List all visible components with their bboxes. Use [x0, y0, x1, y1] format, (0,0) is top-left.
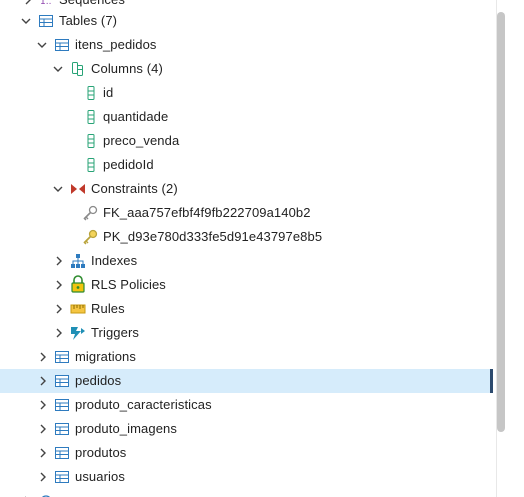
tree-node-foreign-key[interactable]: FK_aaa757efbf4f9fb222709a140b2 [0, 201, 493, 225]
table-label: pedidos [75, 373, 122, 388]
table-label: produto_caracteristicas [75, 397, 212, 412]
tree-node-rls-policies[interactable]: RLS Policies [0, 273, 493, 297]
tree-node-triggers[interactable]: Triggers [0, 321, 493, 345]
chevron-right-icon[interactable] [54, 304, 64, 314]
svg-text:1..: 1.. [40, 0, 51, 7]
tree-node-table[interactable]: produtos [0, 441, 493, 465]
foreign-key-icon [82, 205, 98, 221]
chevron-down-icon[interactable] [21, 16, 31, 26]
columns-label: Columns (4) [91, 61, 163, 76]
tree-node-column[interactable]: quantidade [0, 105, 493, 129]
chevron-down-icon[interactable] [53, 184, 63, 194]
rules-label: Rules [91, 301, 125, 316]
tables-label: Tables (7) [59, 13, 118, 28]
columns-icon [70, 61, 86, 77]
chevron-right-icon[interactable] [38, 376, 48, 386]
chevron-right-icon[interactable] [38, 472, 48, 482]
indexes-icon [70, 253, 86, 269]
tree-node-column[interactable]: pedidoId [0, 153, 493, 177]
table-icon [54, 37, 70, 53]
chevron-right-icon[interactable] [38, 352, 48, 362]
chevron-right-icon[interactable] [38, 400, 48, 410]
rls-policies-label: RLS Policies [91, 277, 166, 292]
column-icon [83, 157, 99, 173]
primary-key-icon [82, 229, 98, 245]
object-tree: 1.. Sequences Tables (7) itens_pedidos C… [0, 0, 496, 497]
tree-node-table[interactable]: produto_caracteristicas [0, 393, 493, 417]
tree-node-itens-pedidos[interactable]: itens_pedidos [0, 33, 493, 57]
chevron-right-icon[interactable] [54, 256, 64, 266]
table-label: produto_imagens [75, 421, 177, 436]
chevron-down-icon[interactable] [53, 64, 63, 74]
tree-node-partial[interactable] [0, 489, 493, 497]
tree-node-table[interactable]: produto_imagens [0, 417, 493, 441]
tree-node-columns[interactable]: Columns (4) [0, 57, 493, 81]
chevron-right-icon[interactable] [54, 328, 64, 338]
column-icon [83, 133, 99, 149]
constraint-label: FK_aaa757efbf4f9fb222709a140b2 [103, 205, 311, 220]
table-label: migrations [75, 349, 136, 364]
column-label: quantidade [103, 109, 169, 124]
triggers-icon [70, 325, 86, 341]
table-icon [54, 421, 70, 437]
tree-node-table-selected[interactable]: pedidos [0, 369, 493, 393]
table-icon [54, 349, 70, 365]
chevron-right-icon[interactable] [23, 0, 33, 5]
table-icon [54, 397, 70, 413]
column-label: preco_venda [103, 133, 180, 148]
scrollbar-thumb[interactable] [497, 12, 505, 432]
tree-node-tables[interactable]: Tables (7) [0, 9, 493, 33]
table-label: itens_pedidos [75, 37, 157, 52]
tables-icon [38, 13, 54, 29]
table-icon [54, 469, 70, 485]
column-label: pedidoId [103, 157, 154, 172]
tree-node-rules[interactable]: Rules [0, 297, 493, 321]
chevron-right-icon[interactable] [38, 424, 48, 434]
tree-node-constraints[interactable]: Constraints (2) [0, 177, 493, 201]
lock-icon [70, 275, 86, 293]
column-icon [83, 109, 99, 125]
sequence-icon: 1.. [39, 0, 55, 8]
constraints-label: Constraints (2) [91, 181, 178, 196]
table-icon [54, 373, 70, 389]
chevron-right-icon[interactable] [38, 448, 48, 458]
table-icon [54, 445, 70, 461]
column-label: id [103, 85, 114, 100]
constraint-label: PK_d93e780d333fe5d91e43797e8b5 [103, 229, 323, 244]
table-label: produtos [75, 445, 127, 460]
chevron-right-icon[interactable] [54, 280, 64, 290]
rules-icon [70, 301, 86, 317]
tree-node-primary-key[interactable]: PK_d93e780d333fe5d91e43797e8b5 [0, 225, 493, 249]
constraints-icon [70, 181, 86, 197]
tree-node-table[interactable]: migrations [0, 345, 493, 369]
node-icon [38, 493, 54, 497]
tree-node-table[interactable]: usuarios [0, 465, 493, 489]
chevron-down-icon[interactable] [37, 40, 47, 50]
column-icon [83, 85, 99, 101]
indexes-label: Indexes [91, 253, 138, 268]
triggers-label: Triggers [91, 325, 139, 340]
tree-node-column[interactable]: preco_venda [0, 129, 493, 153]
tree-node-column[interactable]: id [0, 81, 493, 105]
tree-node-indexes[interactable]: Indexes [0, 249, 493, 273]
table-label: usuarios [75, 469, 125, 484]
